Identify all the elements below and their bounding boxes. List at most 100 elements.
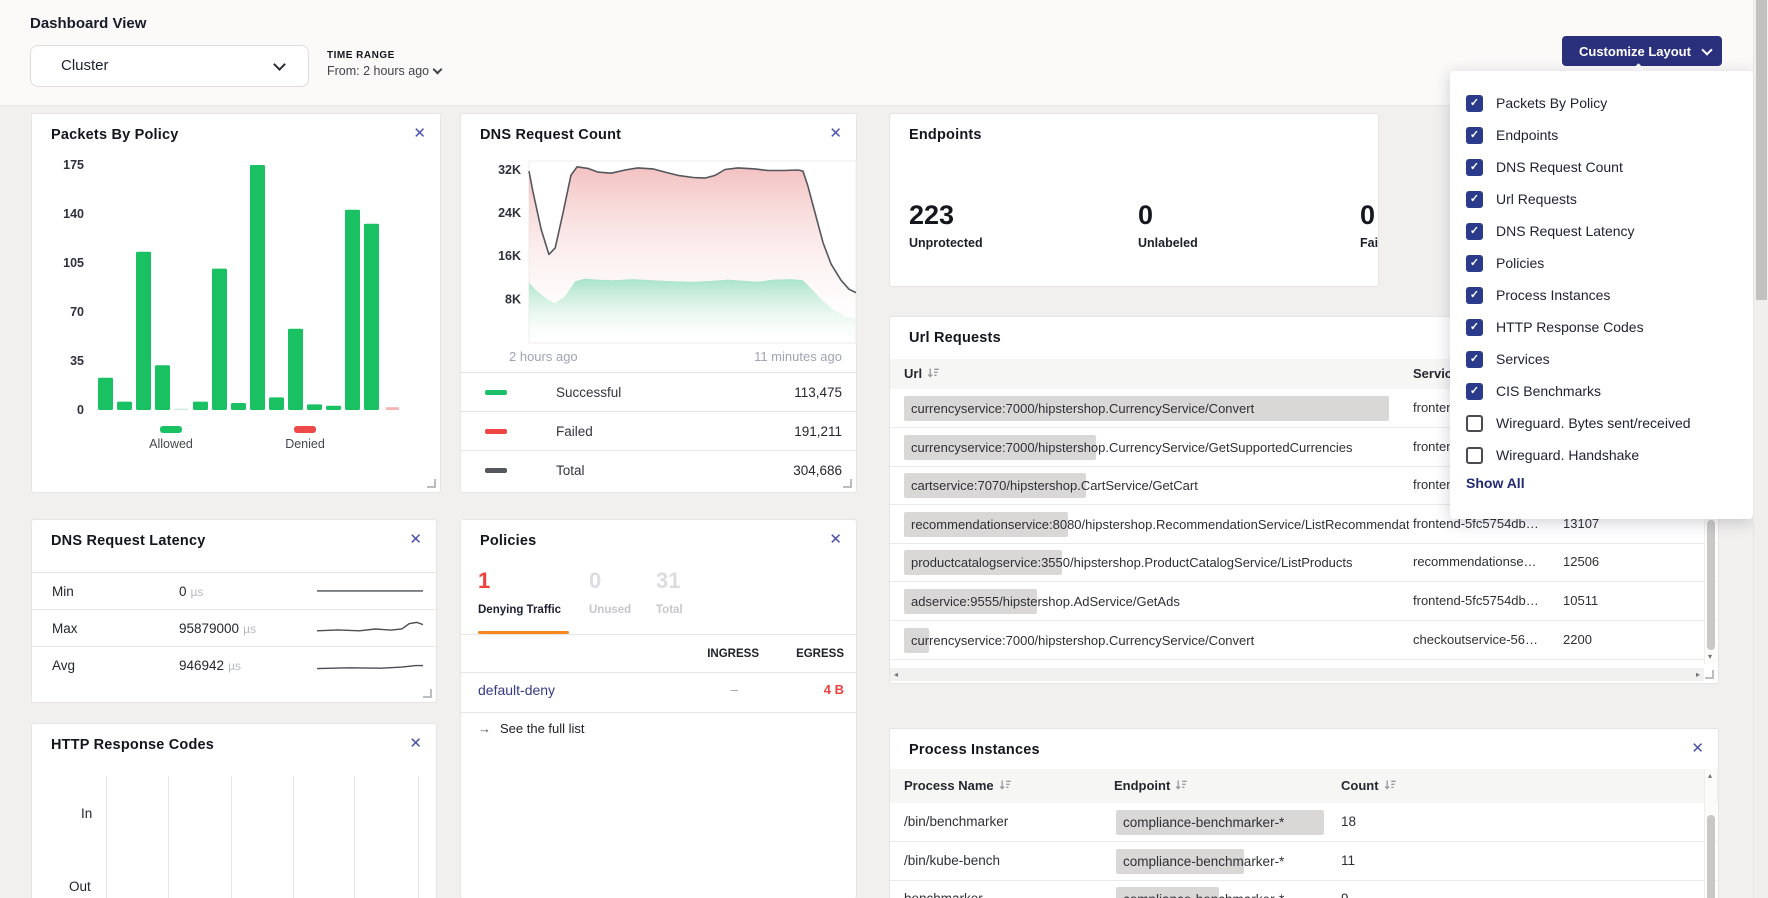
url-table-row[interactable]: productcatalogservice:3550/hipstershop.P… (890, 543, 1718, 582)
legend-row-total: Total304,686 (461, 450, 856, 489)
url-text: currencyservice:7000/hipstershop.Currenc… (911, 440, 1353, 455)
checkbox-unchecked-icon[interactable] (1466, 447, 1483, 464)
checkbox-checked-icon[interactable]: ✓ (1466, 159, 1483, 176)
vertical-scrollbar[interactable]: ▴ (1704, 769, 1716, 898)
checkbox-checked-icon[interactable]: ✓ (1466, 383, 1483, 400)
menu-item-endpoints[interactable]: ✓Endpoints (1450, 119, 1753, 151)
process-table-row[interactable]: /bin/kube-benchcompliance-benchmarker-*1… (890, 842, 1718, 881)
page-scrollbar-thumb[interactable] (1756, 0, 1767, 300)
policies-tab-total[interactable]: 31 (656, 570, 680, 592)
url-table-row[interactable]: adservice:9555/hipstershop.AdService/Get… (890, 582, 1718, 621)
endpoint-text: compliance-benchmarker-* (1123, 892, 1284, 898)
column-header-url[interactable]: Url (904, 366, 940, 382)
latency-value: 946942µs (179, 658, 241, 673)
x-axis-label-left: 2 hours ago (509, 349, 578, 364)
stat-value: 223 (909, 202, 983, 229)
close-icon[interactable]: ✕ (409, 736, 422, 751)
scroll-left-icon[interactable]: ◂ (894, 671, 898, 679)
url-cell: currencyservice:7000/hipstershop.Currenc… (904, 435, 1409, 460)
checkbox-checked-icon[interactable]: ✓ (1466, 223, 1483, 240)
scrollbar-thumb[interactable] (1707, 815, 1715, 898)
chevron-down-icon (433, 65, 443, 75)
resize-handle-icon[interactable] (1705, 670, 1714, 679)
svg-text:Denied: Denied (285, 437, 325, 451)
close-icon[interactable]: ✕ (829, 532, 842, 547)
card-title: Packets By Policy (51, 127, 179, 143)
scrollbar-thumb[interactable] (1707, 520, 1715, 650)
checkbox-checked-icon[interactable]: ✓ (1466, 191, 1483, 208)
policy-link[interactable]: default-deny (478, 682, 555, 698)
stat-label: Failed (1360, 236, 1379, 250)
policies-tab-unused[interactable]: 0 (589, 570, 601, 592)
card-title: Endpoints (909, 127, 982, 143)
endpoint-stat-unprotected: 223Unprotected (909, 202, 983, 250)
endpoint-text: compliance-benchmarker-* (1123, 854, 1284, 869)
process-table-row[interactable]: benchmarkercompliance-benchmarker-*9 (890, 880, 1718, 898)
page-scrollbar[interactable] (1753, 0, 1768, 898)
show-all-link[interactable]: Show All (1466, 475, 1525, 491)
close-icon[interactable]: ✕ (829, 126, 842, 141)
resize-handle-icon[interactable] (423, 689, 432, 698)
see-full-list-link[interactable]: →See the full list (478, 721, 585, 736)
menu-item-dns-request-latency[interactable]: ✓DNS Request Latency (1450, 215, 1753, 247)
svg-text:35: 35 (70, 354, 84, 368)
url-cell: adservice:9555/hipstershop.AdService/Get… (904, 589, 1409, 614)
resize-handle-icon[interactable] (843, 479, 852, 488)
menu-item-http-response-codes[interactable]: ✓HTTP Response Codes (1450, 311, 1753, 343)
column-header-count[interactable]: Count (1341, 778, 1397, 794)
svg-text:8K: 8K (505, 292, 521, 306)
menu-item-url-requests[interactable]: ✓Url Requests (1450, 183, 1753, 215)
scroll-down-icon[interactable]: ▾ (1708, 653, 1712, 661)
checkbox-unchecked-icon[interactable] (1466, 415, 1483, 432)
menu-item-wireguard-handshake[interactable]: Wireguard. Handshake (1450, 439, 1753, 471)
packets-by-policy-card: Packets By Policy ✕ 03570105140175Allowe… (31, 113, 441, 493)
dns-area-chart-svg: 32K24K16K8K (493, 156, 858, 356)
checkbox-checked-icon[interactable]: ✓ (1466, 351, 1483, 368)
column-header-process-name[interactable]: Process Name (904, 778, 1012, 794)
card-title: DNS Request Count (480, 127, 621, 143)
dns-area-chart: 32K24K16K8K (493, 156, 858, 361)
close-icon[interactable]: ✕ (1691, 741, 1704, 756)
policies-tab-denying-traffic[interactable]: 1 (478, 570, 490, 592)
menu-item-dns-request-count[interactable]: ✓DNS Request Count (1450, 151, 1753, 183)
process-table-row[interactable]: /bin/benchmarkercompliance-benchmarker-*… (890, 803, 1718, 842)
checkbox-checked-icon[interactable]: ✓ (1466, 127, 1483, 144)
horizontal-scrollbar[interactable]: ◂ ▸ (890, 668, 1704, 681)
endpoints-card: Endpoints 223Unprotected0Unlabeled0Faile… (889, 113, 1379, 287)
menu-item-wireguard-bytes-sent-received[interactable]: Wireguard. Bytes sent/received (1450, 407, 1753, 439)
menu-item-process-instances[interactable]: ✓Process Instances (1450, 279, 1753, 311)
scroll-up-icon[interactable]: ▴ (1708, 772, 1712, 780)
svg-text:32K: 32K (498, 163, 521, 177)
menu-item-label: Services (1496, 351, 1550, 367)
checkbox-checked-icon[interactable]: ✓ (1466, 287, 1483, 304)
scroll-right-icon[interactable]: ▸ (1696, 671, 1700, 679)
latency-row-avg: Avg946942µs (32, 646, 436, 684)
checkbox-checked-icon[interactable]: ✓ (1466, 95, 1483, 112)
policies-card: Policies ✕ 1Denying Traffic0Unused31Tota… (460, 519, 857, 898)
menu-item-cis-benchmarks[interactable]: ✓CIS Benchmarks (1450, 375, 1753, 407)
chevron-down-icon (1701, 44, 1712, 55)
url-table-row[interactable]: currencyservice:7000/hipstershop.Currenc… (890, 621, 1718, 660)
customize-layout-button[interactable]: Customize Layout (1562, 36, 1722, 66)
menu-item-services[interactable]: ✓ Services (1450, 343, 1753, 375)
checkbox-checked-icon[interactable]: ✓ (1466, 319, 1483, 336)
close-icon[interactable]: ✕ (409, 532, 422, 547)
legend-swatch (485, 468, 507, 473)
menu-item-policies[interactable]: ✓Policies (1450, 247, 1753, 279)
time-range-value[interactable]: From: 2 hours ago (327, 64, 441, 78)
gridline (231, 776, 232, 898)
latency-unit: µs (243, 622, 256, 636)
view-select[interactable]: Cluster (30, 45, 309, 87)
menu-item-packets-by-policy[interactable]: ✓Packets By Policy (1450, 87, 1753, 119)
close-icon[interactable]: ✕ (413, 126, 426, 141)
stat-value: 0 (1360, 202, 1379, 229)
count-text: 18 (1341, 814, 1356, 829)
column-header-endpoint[interactable]: Endpoint (1114, 778, 1188, 794)
stat-value: 0 (1138, 202, 1198, 229)
gridline (418, 776, 419, 898)
service-text: recommendationse… (1413, 554, 1558, 569)
checkbox-checked-icon[interactable]: ✓ (1466, 255, 1483, 272)
time-range-label: TIME RANGE (327, 50, 441, 61)
resize-handle-icon[interactable] (427, 479, 436, 488)
menu-item-label: Wireguard. Handshake (1496, 447, 1639, 463)
